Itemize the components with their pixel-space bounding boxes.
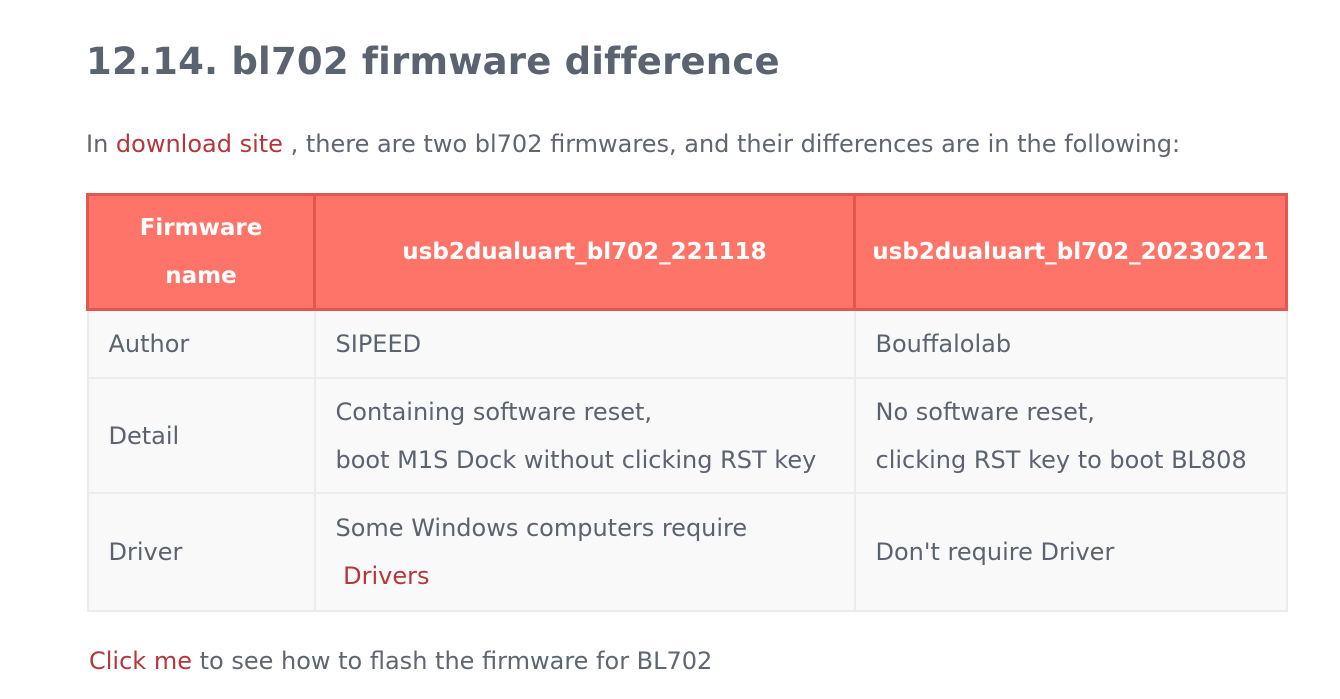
flash-instructions-paragraph: Click me to see how to flash the firmwar… [89, 647, 712, 675]
header-firmware-name-line2: name [165, 263, 237, 289]
driver-fw1-text: Some Windows computers require [335, 514, 748, 542]
intro-text-before: In [86, 130, 116, 158]
detail-fw1-line2: boot M1S Dock without clicking RST key [335, 445, 817, 474]
intro-paragraph: In download site , there are two bl702 f… [86, 130, 1180, 158]
row-label-author: Author [86, 308, 316, 379]
header-firmware-221118: usb2dualuart_bl702_221118 [313, 193, 856, 311]
header-firmware-20230221: usb2dualuart_bl702_20230221 [853, 193, 1288, 311]
detail-fw1-line1: Containing software reset, [335, 397, 653, 426]
detail-fw2-line1: No software reset, [875, 397, 1095, 426]
header-firmware-name: Firmware name [86, 193, 316, 311]
table-row: Driver Some Windows computers require Dr… [86, 492, 1288, 612]
driver-fw1: Some Windows computers require Drivers [313, 492, 856, 612]
author-fw1: SIPEED [313, 308, 856, 379]
firmware-comparison-table: Firmware name usb2dualuart_bl702_221118 … [86, 193, 1288, 612]
row-label-driver: Driver [86, 492, 316, 612]
detail-fw2: No software reset, clicking RST key to b… [853, 377, 1288, 494]
detail-fw2-line2: clicking RST key to boot BL808 [875, 445, 1247, 474]
author-fw2: Bouffalolab [853, 308, 1288, 379]
table-header-row: Firmware name usb2dualuart_bl702_221118 … [86, 193, 1288, 311]
table-row: Author SIPEED Bouffalolab [86, 308, 1288, 379]
drivers-link[interactable]: Drivers [343, 562, 429, 590]
section-heading: 12.14. bl702 firmware difference [86, 40, 780, 83]
driver-fw2: Don't require Driver [853, 492, 1288, 612]
row-label-detail: Detail [86, 377, 316, 494]
table-row: Detail Containing software reset, boot M… [86, 377, 1288, 494]
download-site-link[interactable]: download site [116, 130, 283, 158]
header-firmware-name-line1: Firmware [139, 215, 263, 241]
outro-text: to see how to flash the firmware for BL7… [191, 647, 713, 675]
detail-fw1: Containing software reset, boot M1S Dock… [313, 377, 856, 494]
intro-text-after: , there are two bl702 firmwares, and the… [282, 130, 1181, 158]
click-me-link[interactable]: Click me [89, 647, 192, 675]
